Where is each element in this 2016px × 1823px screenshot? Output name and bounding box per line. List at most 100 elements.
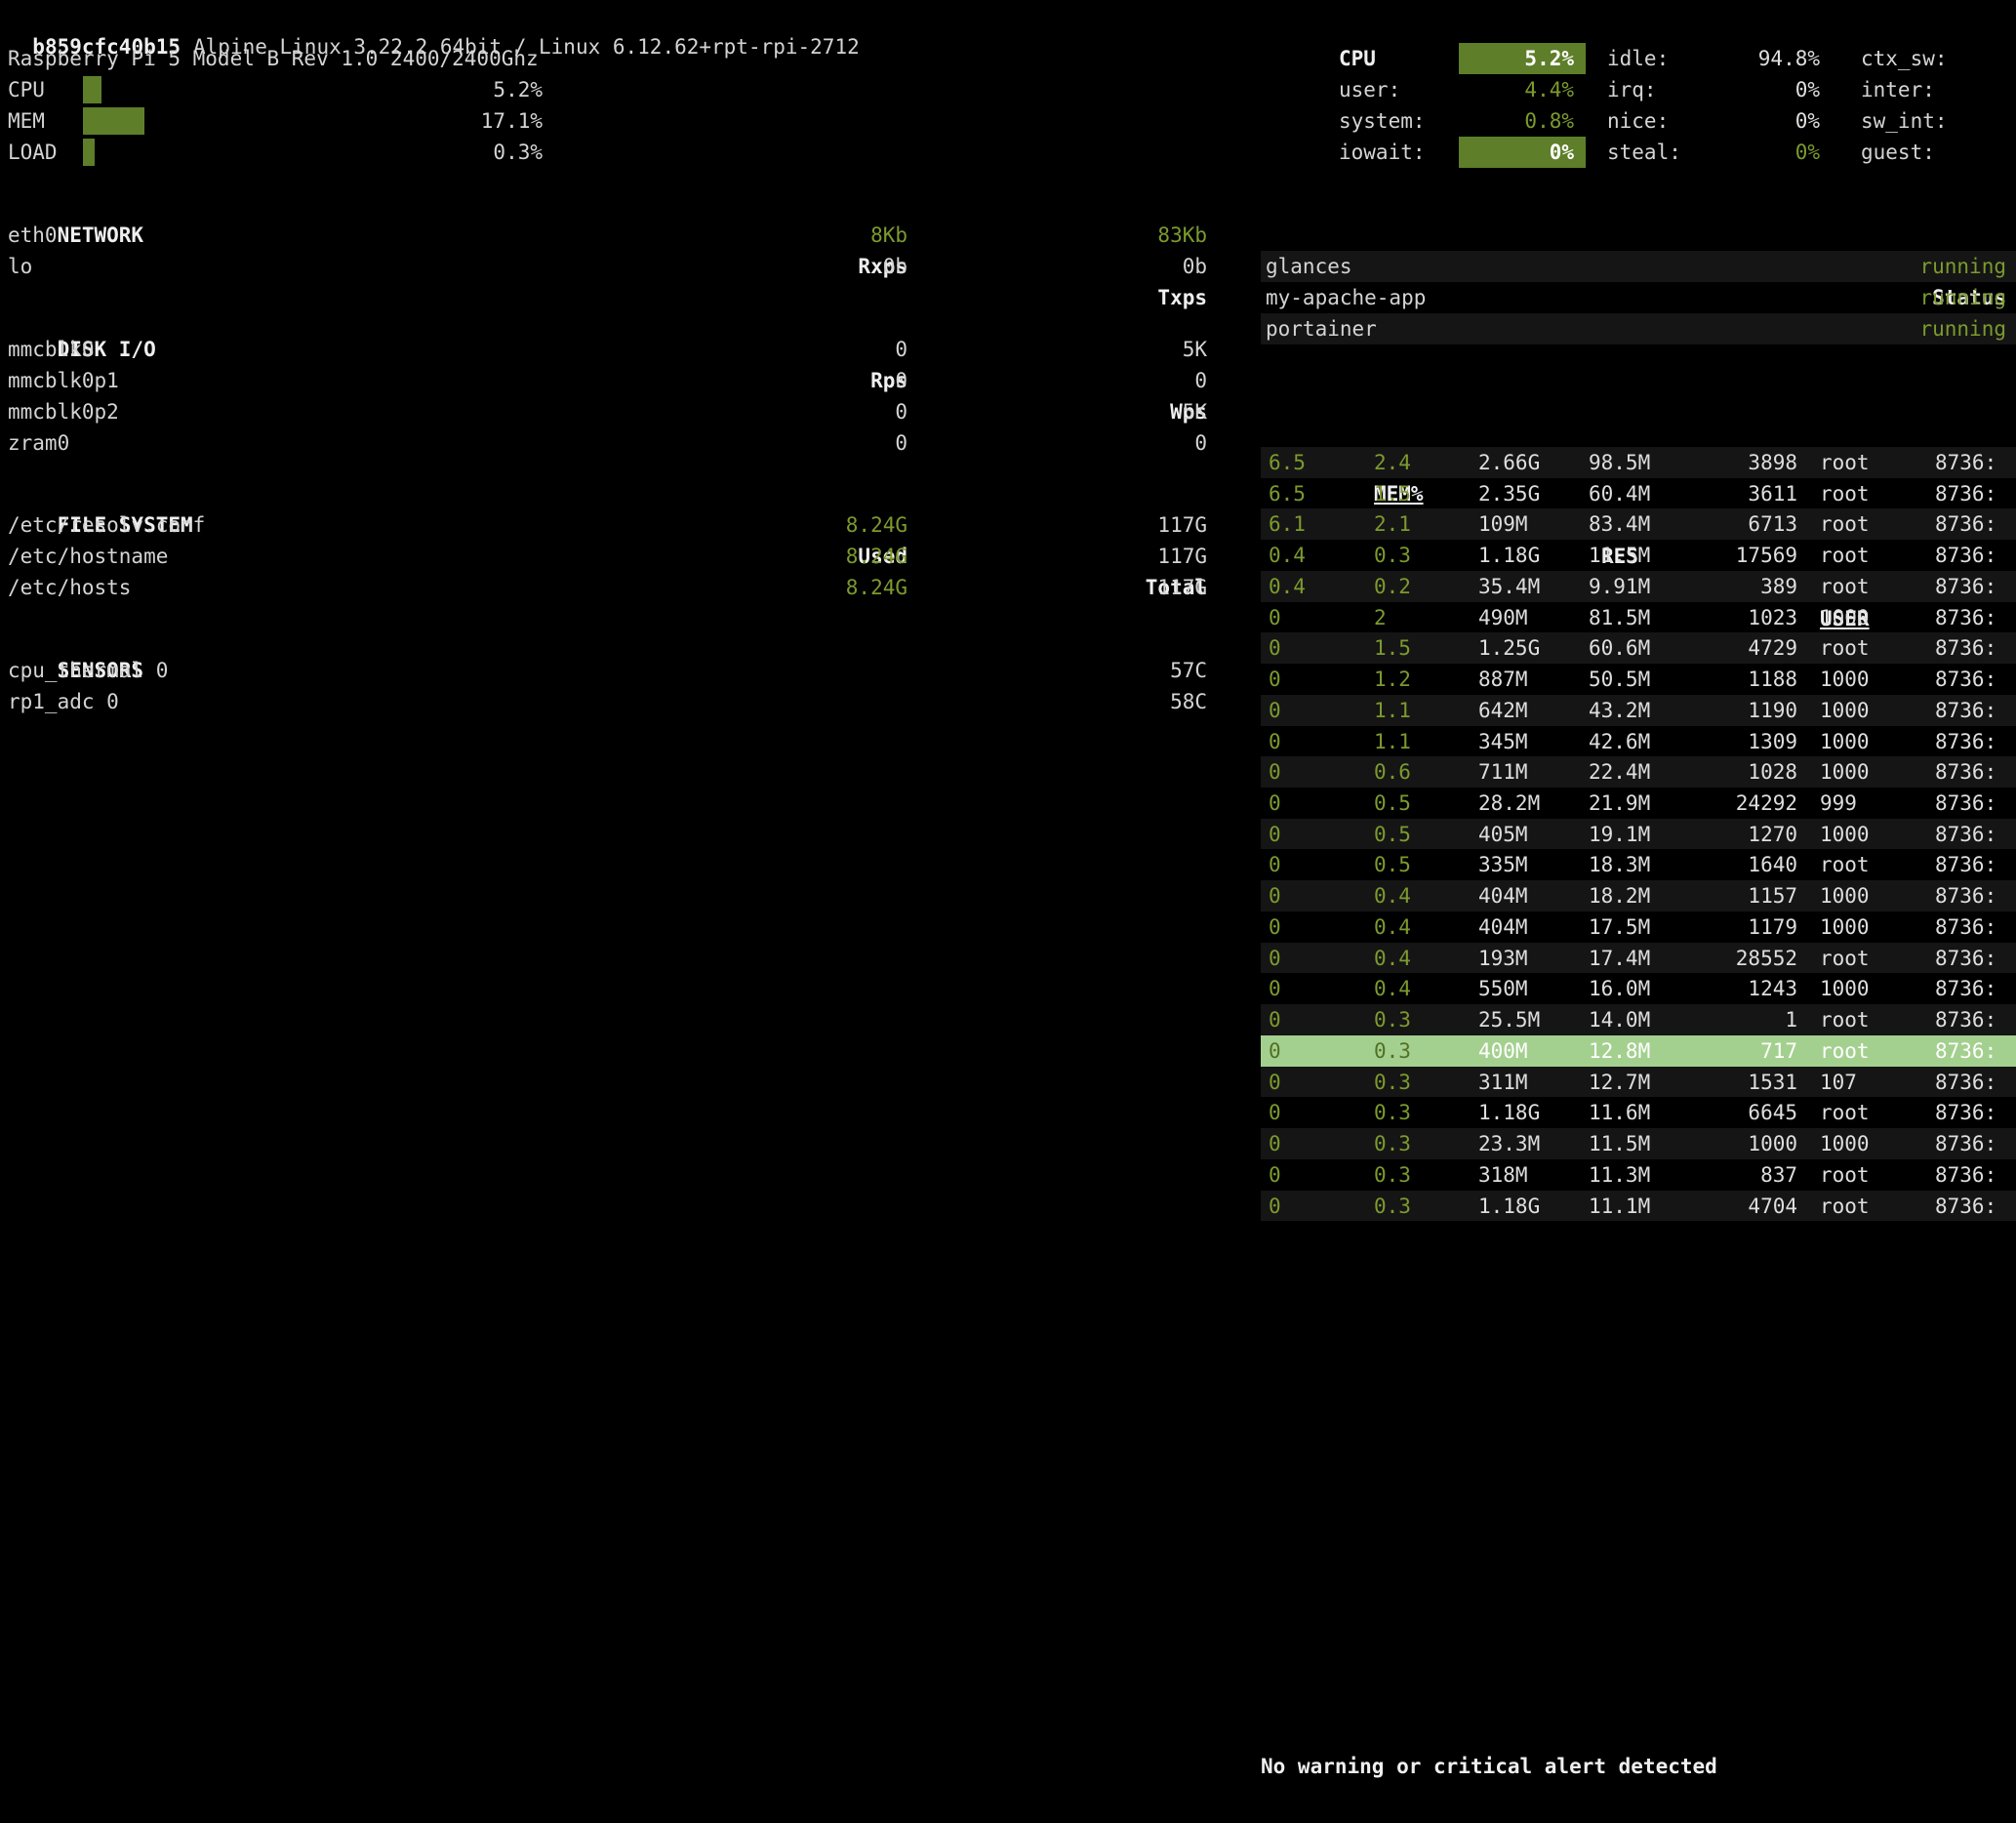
process-row[interactable]: 0.40.235.4M9.91M389root8736: bbox=[1261, 571, 2016, 602]
process-mem: 1.5 bbox=[1374, 632, 1411, 664]
cpu-stat-label: user: bbox=[1339, 74, 1400, 105]
disk_io-value-1: 0 bbox=[693, 365, 907, 396]
process-cpu: 0 bbox=[1269, 819, 1281, 850]
process-user: root bbox=[1820, 1097, 1870, 1128]
process-time: 8736: bbox=[1935, 849, 2016, 880]
cpu-stat-value-highlight: 5.2% bbox=[1459, 43, 1586, 74]
process-mem: 0.4 bbox=[1374, 943, 1411, 974]
process-time: 8736: bbox=[1935, 973, 2016, 1004]
process-row[interactable]: 01.2887M50.5M118810008736: bbox=[1261, 664, 2016, 695]
cpu-stat-label: iowait: bbox=[1339, 137, 1426, 168]
process-pid: 28552 bbox=[1690, 943, 1797, 974]
process-cpu: 0 bbox=[1269, 726, 1281, 757]
process-mem: 2.1 bbox=[1374, 508, 1411, 540]
process-user: 1000 bbox=[1820, 726, 1870, 757]
process-cpu: 0 bbox=[1269, 756, 1281, 788]
process-cpu: 0 bbox=[1269, 1067, 1281, 1098]
container-row[interactable]: glancesrunning bbox=[1261, 251, 2016, 282]
container-row[interactable]: my-apache-apprunning bbox=[1261, 282, 2016, 313]
process-time: 8736: bbox=[1935, 571, 2016, 602]
network-row: eth08Kb83Kb bbox=[8, 220, 1207, 251]
process-row[interactable]: 6.51.52.35G60.4M3611root8736: bbox=[1261, 478, 2016, 509]
process-res: 11.6M bbox=[1589, 1097, 1650, 1128]
container-name: my-apache-app bbox=[1266, 282, 1426, 313]
process-row[interactable]: 00.4550M16.0M124310008736: bbox=[1261, 973, 2016, 1004]
process-row[interactable]: 02490M81.5M102310008736: bbox=[1261, 602, 2016, 633]
process-pid: 4704 bbox=[1690, 1191, 1797, 1222]
process-row[interactable]: 0.40.31.18G11.5M17569root8736: bbox=[1261, 540, 2016, 571]
process-mem: 0.3 bbox=[1374, 1191, 1411, 1222]
process-row[interactable]: 00.5405M19.1M127010008736: bbox=[1261, 819, 2016, 850]
process-user: root bbox=[1820, 1191, 1870, 1222]
process-row[interactable]: 00.4404M17.5M117910008736: bbox=[1261, 912, 2016, 943]
disk_io-name: zram0 bbox=[8, 427, 69, 459]
process-pid: 1000 bbox=[1690, 1128, 1797, 1159]
process-cpu: 0 bbox=[1269, 695, 1281, 726]
process-row[interactable]: 00.31.18G11.1M4704root8736: bbox=[1261, 1191, 2016, 1222]
process-virt: 550M bbox=[1478, 973, 1528, 1004]
machine-model: Raspberry Pi 5 Model B Rev 1.0 2400/2400… bbox=[8, 43, 543, 74]
process-virt: 1.18G bbox=[1478, 1097, 1540, 1128]
process-user: root bbox=[1820, 447, 1870, 478]
process-pid: 6645 bbox=[1690, 1097, 1797, 1128]
process-user: 1000 bbox=[1820, 912, 1870, 943]
process-res: 17.4M bbox=[1589, 943, 1650, 974]
process-mem: 0.5 bbox=[1374, 819, 1411, 850]
process-mem: 0.4 bbox=[1374, 880, 1411, 912]
process-time: 8736: bbox=[1935, 1035, 2016, 1067]
file_system-value-2: 117G bbox=[992, 509, 1207, 541]
process-row[interactable]: 00.6711M22.4M102810008736: bbox=[1261, 756, 2016, 788]
tasks-panel: TASKS226 (608 thr), 0 run, 146 slp, 0 ot… bbox=[1261, 385, 2016, 1228]
process-virt: 109M bbox=[1478, 508, 1528, 540]
process-row[interactable]: 00.325.5M14.0M1root8736: bbox=[1261, 1004, 2016, 1035]
process-row[interactable]: 01.1345M42.6M130910008736: bbox=[1261, 726, 2016, 757]
process-time: 8736: bbox=[1935, 540, 2016, 571]
process-row[interactable]: 00.31.18G11.6M6645root8736: bbox=[1261, 1097, 2016, 1128]
process-pid: 24292 bbox=[1690, 788, 1797, 819]
process-cpu: 0 bbox=[1269, 602, 1281, 633]
process-row[interactable]: 00.4404M18.2M115710008736: bbox=[1261, 880, 2016, 912]
process-user: 1000 bbox=[1820, 695, 1870, 726]
network-value-1: 8Kb bbox=[693, 220, 907, 251]
process-row[interactable]: 01.1642M43.2M119010008736: bbox=[1261, 695, 2016, 726]
process-pid: 3611 bbox=[1690, 478, 1797, 509]
process-row[interactable]: 00.323.3M11.5M100010008736: bbox=[1261, 1128, 2016, 1159]
file_system-row: /etc/hostname8.24G117G bbox=[8, 541, 1207, 572]
process-time: 8736: bbox=[1935, 1128, 2016, 1159]
process-row[interactable]: 01.51.25G60.6M4729root8736: bbox=[1261, 632, 2016, 664]
file_system-name: /etc/hostname bbox=[8, 541, 168, 572]
process-pid: 1640 bbox=[1690, 849, 1797, 880]
container-row[interactable]: portainerrunning bbox=[1261, 313, 2016, 344]
network-name: eth0 bbox=[8, 220, 58, 251]
process-row[interactable]: 00.3400M12.8M717root8736: bbox=[1261, 1035, 2016, 1067]
disk_io-row: mmcblk0p100 bbox=[8, 365, 1207, 396]
file_system-value-1: 8.24G bbox=[693, 509, 907, 541]
containers-title-row: CONTAINERS3 sorted by CPU consumption bbox=[1261, 188, 2016, 220]
process-row[interactable]: 00.5335M18.3M1640root8736: bbox=[1261, 849, 2016, 880]
process-mem: 0.3 bbox=[1374, 1128, 1411, 1159]
process-row[interactable]: 00.3311M12.7M15311078736: bbox=[1261, 1067, 2016, 1098]
meter-bar-fill bbox=[83, 76, 101, 103]
process-virt: 1.25G bbox=[1478, 632, 1540, 664]
process-res: 14.0M bbox=[1589, 1004, 1650, 1035]
process-row[interactable]: 6.52.42.66G98.5M3898root8736: bbox=[1261, 447, 2016, 478]
process-row[interactable]: 00.528.2M21.9M242929998736: bbox=[1261, 788, 2016, 819]
cpu-stats-row: iowait:0%steal:0%guest: bbox=[1339, 137, 2016, 168]
disk_io-value-1: 0 bbox=[693, 427, 907, 459]
meter-label: LOAD bbox=[8, 137, 58, 168]
process-res: 18.3M bbox=[1589, 849, 1650, 880]
process-row[interactable]: 00.3318M11.3M837root8736: bbox=[1261, 1159, 2016, 1191]
disk_io-row: zram000 bbox=[8, 427, 1207, 459]
process-mem: 0.3 bbox=[1374, 540, 1411, 571]
process-pid: 6713 bbox=[1690, 508, 1797, 540]
process-mem: 0.3 bbox=[1374, 1035, 1411, 1067]
process-row[interactable]: 6.12.1109M83.4M6713root8736: bbox=[1261, 508, 2016, 540]
process-cpu: 0 bbox=[1269, 880, 1281, 912]
sensor-value: 58C bbox=[992, 686, 1207, 717]
process-virt: 35.4M bbox=[1478, 571, 1540, 602]
process-pid: 1028 bbox=[1690, 756, 1797, 788]
process-res: 16.0M bbox=[1589, 973, 1650, 1004]
containers-panel: CONTAINERS3 sorted by CPU consumption Na… bbox=[1261, 188, 2016, 344]
process-res: 98.5M bbox=[1589, 447, 1650, 478]
process-row[interactable]: 00.4193M17.4M28552root8736: bbox=[1261, 943, 2016, 974]
